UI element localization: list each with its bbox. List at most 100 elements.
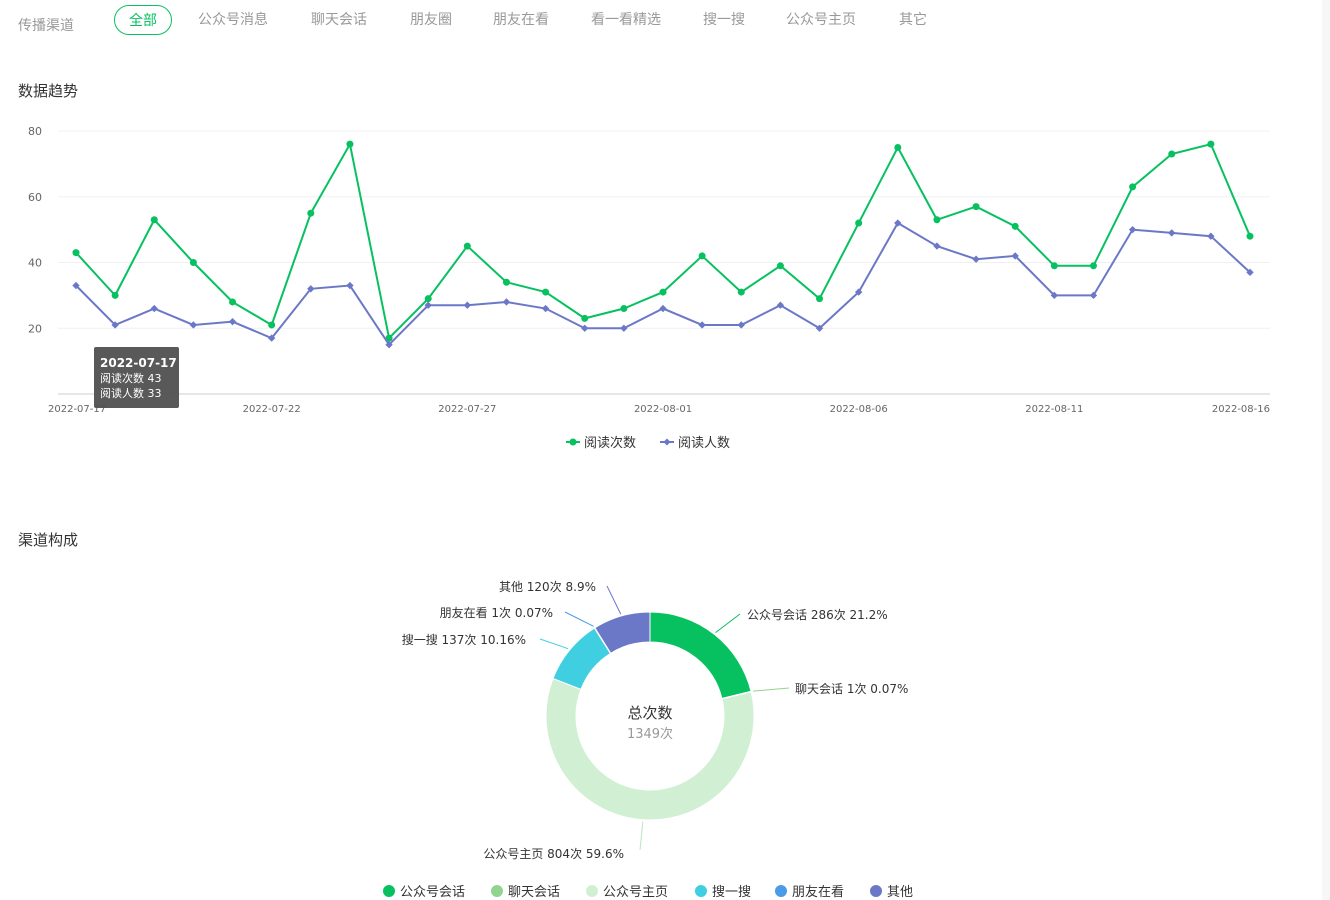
legend-label: 阅读次数 <box>584 435 636 451</box>
point-reads <box>855 219 863 227</box>
tab-2[interactable]: 聊天会话 <box>311 5 367 35</box>
point-reads <box>307 209 315 217</box>
point-reads <box>894 143 902 151</box>
point-reads <box>933 216 941 224</box>
y-tick-label: 80 <box>28 125 42 138</box>
legend-marker <box>569 438 577 446</box>
channel-donut-chart: 总次数 1349次 公众号会话 286次 21.2% 聊天会话 1次 0.07% 公众号… <box>383 580 913 900</box>
y-tick-label: 60 <box>28 191 42 204</box>
point-reads <box>581 314 589 322</box>
point-readers <box>463 301 472 309</box>
point-reads <box>776 262 784 270</box>
point-reads <box>1129 183 1137 191</box>
point-reads <box>424 295 432 303</box>
donut-legend-label: 公众号会话 <box>400 885 465 900</box>
donut-leader-line <box>639 821 644 851</box>
point-reads <box>229 298 237 306</box>
donut-slice <box>649 611 752 700</box>
composition-title: 渠道构成 <box>18 531 79 549</box>
donut-legend-label: 聊天会话 <box>508 885 560 900</box>
donut-legend-marker <box>491 885 503 897</box>
point-reads <box>111 291 119 299</box>
donut-leader-line <box>753 687 790 692</box>
point-readers <box>972 255 980 263</box>
tooltip-date: 2022-07-17 <box>100 356 177 370</box>
donut-legend-marker <box>586 885 598 897</box>
point-readers <box>737 321 745 329</box>
x-tick-label: 2022-08-01 <box>634 404 692 415</box>
tab-4[interactable]: 朋友在看 <box>493 5 549 35</box>
point-reads <box>1050 262 1058 270</box>
point-reads <box>346 140 354 148</box>
donut-leader-line <box>715 613 741 634</box>
point-readers <box>189 321 198 329</box>
donut-slice-label: 朋友在看 1次 0.07% <box>440 606 553 620</box>
donut-legend-marker <box>695 885 707 897</box>
donut-legend-label: 朋友在看 <box>792 884 844 900</box>
x-tick-label: 2022-08-06 <box>830 404 888 415</box>
point-reads <box>1011 222 1019 230</box>
point-readers <box>659 304 667 313</box>
point-reads <box>463 242 471 250</box>
x-tick-label: 2022-07-27 <box>438 404 496 415</box>
tooltip-line: 阅读次数 43 <box>100 371 162 385</box>
donut-legend-label: 搜一搜 <box>712 885 751 900</box>
point-readers <box>150 304 158 313</box>
page-scrollbar[interactable] <box>1322 0 1330 900</box>
tab-3[interactable]: 朋友圈 <box>410 5 452 35</box>
tab-6[interactable]: 搜一搜 <box>703 5 745 35</box>
point-reads <box>659 288 667 296</box>
donut-leader-line <box>539 638 569 650</box>
donut-slice-label: 其他 120次 8.9% <box>499 580 596 594</box>
trend-line-chart: 20 40 60 80 2022-07-17 2022-07-22 2022-07-27 20… <box>28 125 1270 451</box>
point-readers <box>620 324 628 332</box>
point-readers <box>698 321 706 329</box>
point-reads <box>737 288 745 296</box>
point-readers <box>228 317 237 326</box>
point-reads <box>150 216 158 224</box>
tooltip-line: 阅读人数 33 <box>100 386 162 400</box>
donut-legend-label: 公众号主页 <box>603 885 668 900</box>
point-readers <box>502 298 511 306</box>
point-readers <box>1168 229 1176 237</box>
legend-label: 阅读人数 <box>678 436 730 451</box>
donut-slice-label: 搜一搜 137次 10.16% <box>402 632 526 647</box>
point-readers <box>541 304 550 313</box>
x-tick-label: 2022-08-16 <box>1212 404 1270 415</box>
tab-7[interactable]: 公众号主页 <box>786 5 856 35</box>
donut-legend-marker <box>383 885 395 897</box>
x-tick-label: 2022-08-11 <box>1025 404 1083 415</box>
point-reads <box>268 321 276 329</box>
donut-center-value: 1349次 <box>627 726 673 742</box>
donut-leader-line <box>606 585 622 615</box>
tab-8[interactable]: 其它 <box>898 5 928 35</box>
donut-slice <box>545 677 755 821</box>
point-reads <box>1246 232 1254 240</box>
point-reads <box>72 249 80 257</box>
y-tick-label: 40 <box>28 257 42 270</box>
point-reads <box>1207 140 1215 148</box>
donut-legend-marker <box>870 885 882 897</box>
tab-0[interactable]: 全部 <box>114 5 172 35</box>
point-reads <box>1168 150 1176 158</box>
point-reads <box>816 295 824 303</box>
donut-slice-label: 聊天会话 1次 0.07% <box>795 682 908 696</box>
point-reads <box>542 288 550 296</box>
x-tick-label: 2022-07-22 <box>243 404 301 415</box>
tab-5[interactable]: 看一看精选 <box>591 5 661 35</box>
tab-1[interactable]: 公众号消息 <box>198 5 268 35</box>
point-reads <box>972 203 980 211</box>
donut-slice-label: 公众号会话 286次 21.2% <box>747 608 888 622</box>
legend-marker <box>663 438 671 446</box>
series-line-1 <box>75 221 1251 347</box>
point-reads <box>1089 262 1097 270</box>
point-reads <box>502 278 510 286</box>
donut-slice-label: 公众号主页 804次 59.6% <box>483 847 624 861</box>
point-readers <box>581 324 589 332</box>
donut-center-title: 总次数 <box>627 704 672 722</box>
point-reads <box>698 252 706 260</box>
donut-legend-marker <box>775 885 787 897</box>
channel-label: 传播渠道 <box>18 18 74 34</box>
donut-leader-line <box>564 611 594 627</box>
y-tick-label: 20 <box>28 322 42 335</box>
